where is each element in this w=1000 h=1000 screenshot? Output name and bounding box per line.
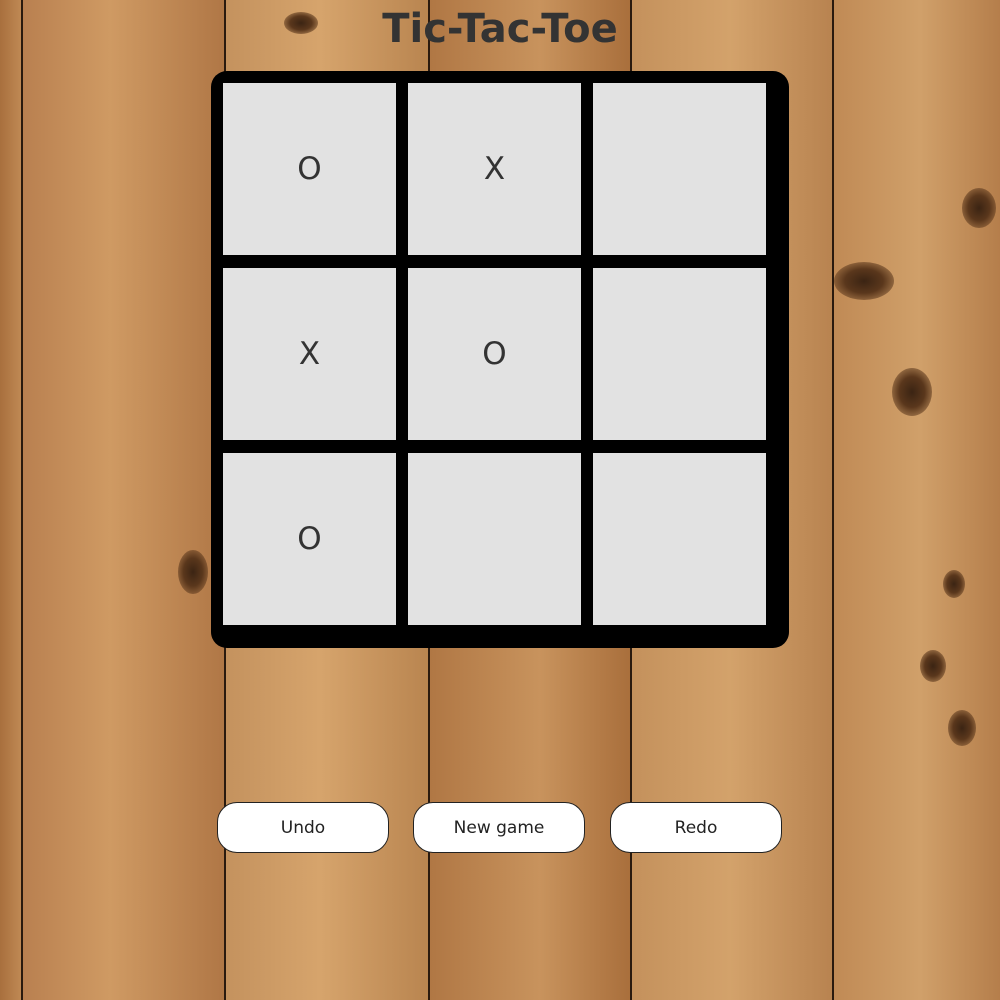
board-cell[interactable]: O	[223, 453, 396, 625]
wood-knot	[962, 188, 996, 228]
wood-knot	[943, 570, 965, 598]
wood-knot	[948, 710, 976, 746]
board-cell[interactable]: O	[408, 268, 581, 440]
board-cell[interactable]: X	[408, 83, 581, 255]
board-cell[interactable]	[593, 268, 766, 440]
board-cell[interactable]: O	[223, 83, 396, 255]
page-title: Tic-Tac-Toe	[382, 6, 618, 52]
undo-button[interactable]: Undo	[217, 802, 389, 853]
wood-knot	[178, 550, 208, 594]
board-cell[interactable]	[593, 453, 766, 625]
game-board: O X X O O	[211, 71, 789, 648]
board-cell[interactable]	[408, 453, 581, 625]
wood-knot	[920, 650, 946, 682]
board-cell[interactable]	[593, 83, 766, 255]
wood-knot	[892, 368, 932, 416]
new-game-button[interactable]: New game	[413, 802, 585, 853]
board-cell[interactable]: X	[223, 268, 396, 440]
redo-button[interactable]: Redo	[610, 802, 782, 853]
wood-knot	[834, 262, 894, 300]
